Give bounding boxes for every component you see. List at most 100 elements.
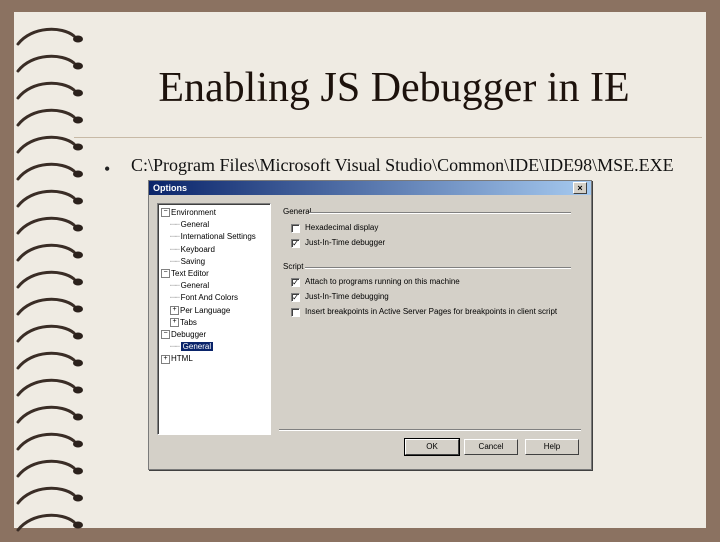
spiral-coil: [16, 486, 76, 505]
spiral-coil: [16, 513, 76, 532]
checked-checkbox[interactable]: ✓: [291, 238, 300, 248]
tree-item[interactable]: + Per Language: [170, 305, 230, 317]
spiral-hole: [73, 386, 83, 394]
spiral-coil: [16, 216, 76, 235]
tree-branch-icon: ┈┈: [170, 244, 180, 254]
checked-checkbox[interactable]: ✓: [291, 292, 300, 302]
tree-item-label: Per Language: [180, 305, 231, 315]
checked-checkbox[interactable]: ✓: [291, 277, 300, 287]
tree-item[interactable]: ┈┈General: [170, 280, 209, 292]
tree-item-label: International Settings: [180, 232, 256, 242]
tree-item[interactable]: − Text Editor: [161, 268, 209, 280]
tree-item[interactable]: ┈┈Font And Colors: [170, 292, 238, 304]
tree-branch-icon: ┈┈: [170, 256, 180, 266]
option-row[interactable]: ✓ Just-In-Time debugger: [291, 237, 385, 249]
tree-item[interactable]: ┈┈General: [170, 219, 209, 231]
spiral-coil: [16, 81, 76, 100]
unchecked-checkbox[interactable]: [291, 307, 300, 317]
spiral-hole: [73, 143, 83, 151]
spiral-coil: [16, 189, 76, 208]
tree-item-label: Debugger: [171, 330, 207, 339]
script-group-divider: [305, 267, 571, 269]
bullet-text: C:\Program Files\Microsoft Visual Studio…: [131, 155, 674, 175]
tree-item[interactable]: − Debugger: [161, 329, 206, 341]
tree-item-label: Keyboard: [180, 244, 215, 254]
tree-item-label: Environment: [171, 208, 216, 217]
dialog-title: Options: [153, 183, 187, 193]
spiral-hole: [73, 413, 83, 421]
close-button[interactable]: ×: [573, 182, 587, 194]
tree-branch-icon: ┈┈: [170, 220, 180, 230]
cancel-button[interactable]: Cancel: [464, 439, 518, 455]
tree-item[interactable]: − Environment: [161, 207, 216, 219]
spiral-coil: [16, 297, 76, 316]
option-label: Hexadecimal display: [305, 223, 379, 232]
spiral-hole: [73, 440, 83, 448]
spiral-coil: [16, 54, 76, 73]
collapse-icon[interactable]: −: [161, 269, 170, 279]
general-group-divider: [309, 212, 571, 214]
spiral-coil: [16, 432, 76, 451]
tree-item-label: HTML: [171, 354, 193, 364]
tree-branch-icon: ┈┈: [170, 293, 180, 303]
dialog-bottom-divider: [279, 429, 581, 431]
option-row[interactable]: Insert breakpoints in Active Server Page…: [291, 306, 557, 318]
tree-branch-icon: ┈┈: [170, 281, 180, 291]
title-divider: [74, 137, 702, 138]
tree-item-label: General: [180, 220, 210, 230]
spiral-coil: [16, 243, 76, 262]
tree-item[interactable]: + Tabs: [170, 317, 197, 329]
spiral-coil: [16, 135, 76, 154]
spiral-hole: [73, 170, 83, 178]
tree-item-label: Saving: [180, 256, 206, 266]
help-button[interactable]: Help: [525, 439, 579, 455]
tree-item[interactable]: ┈┈Keyboard: [170, 244, 215, 256]
ok-button[interactable]: OK: [404, 438, 460, 456]
slide-title: Enabling JS Debugger in IE: [158, 65, 630, 111]
tree-item-label: Tabs: [180, 317, 197, 327]
expand-icon[interactable]: +: [170, 318, 179, 328]
tree-item-label: General: [180, 342, 214, 352]
spiral-hole: [73, 224, 83, 232]
tree-item-label: Font And Colors: [180, 293, 239, 303]
spiral-coil: [16, 162, 76, 181]
tree-item[interactable]: ┈┈Saving: [170, 256, 205, 268]
spiral-hole: [73, 251, 83, 259]
spiral-hole: [73, 278, 83, 286]
spiral-hole: [73, 494, 83, 502]
spiral-hole: [73, 197, 83, 205]
options-dialog: Options × − Environment ┈┈General ┈┈Interna…: [148, 180, 592, 470]
tree-item[interactable]: + HTML: [161, 353, 193, 365]
option-label: Just-In-Time debugging: [305, 292, 389, 301]
unchecked-checkbox[interactable]: [291, 223, 300, 233]
expand-icon[interactable]: +: [161, 354, 170, 364]
collapse-icon[interactable]: −: [161, 208, 170, 218]
option-row[interactable]: Hexadecimal display: [291, 222, 378, 234]
script-group-label: Script: [283, 262, 304, 271]
options-tree[interactable]: − Environment ┈┈General ┈┈International Set…: [157, 203, 271, 435]
spiral-coil: [16, 351, 76, 370]
option-row[interactable]: ✓ Just-In-Time debugging: [291, 291, 389, 303]
spiral-hole: [73, 467, 83, 475]
option-label: Insert breakpoints in Active Server Page…: [305, 307, 558, 316]
spiral-coil: [16, 459, 76, 478]
tree-item-label: General: [180, 281, 210, 291]
spiral-coil: [16, 27, 76, 46]
option-row[interactable]: ✓ Attach to programs running on this mach…: [291, 276, 460, 288]
spiral-hole: [73, 332, 83, 340]
tree-branch-icon: ┈┈: [170, 232, 180, 242]
dialog-titlebar: Options ×: [149, 181, 591, 195]
spiral-coil: [16, 324, 76, 343]
spiral-hole: [73, 116, 83, 124]
tree-item[interactable]: ┈┈General: [170, 341, 214, 353]
spiral-hole: [73, 521, 83, 529]
spiral-hole: [73, 305, 83, 313]
expand-icon[interactable]: +: [170, 305, 179, 315]
tree-item[interactable]: ┈┈International Settings: [170, 231, 256, 243]
option-label: Just-In-Time debugger: [305, 238, 386, 247]
option-label: Attach to programs running on this machi…: [305, 277, 460, 286]
collapse-icon[interactable]: −: [161, 330, 170, 340]
spiral-hole: [73, 359, 83, 367]
spiral-hole: [73, 35, 83, 43]
general-group-label: General: [283, 207, 312, 216]
